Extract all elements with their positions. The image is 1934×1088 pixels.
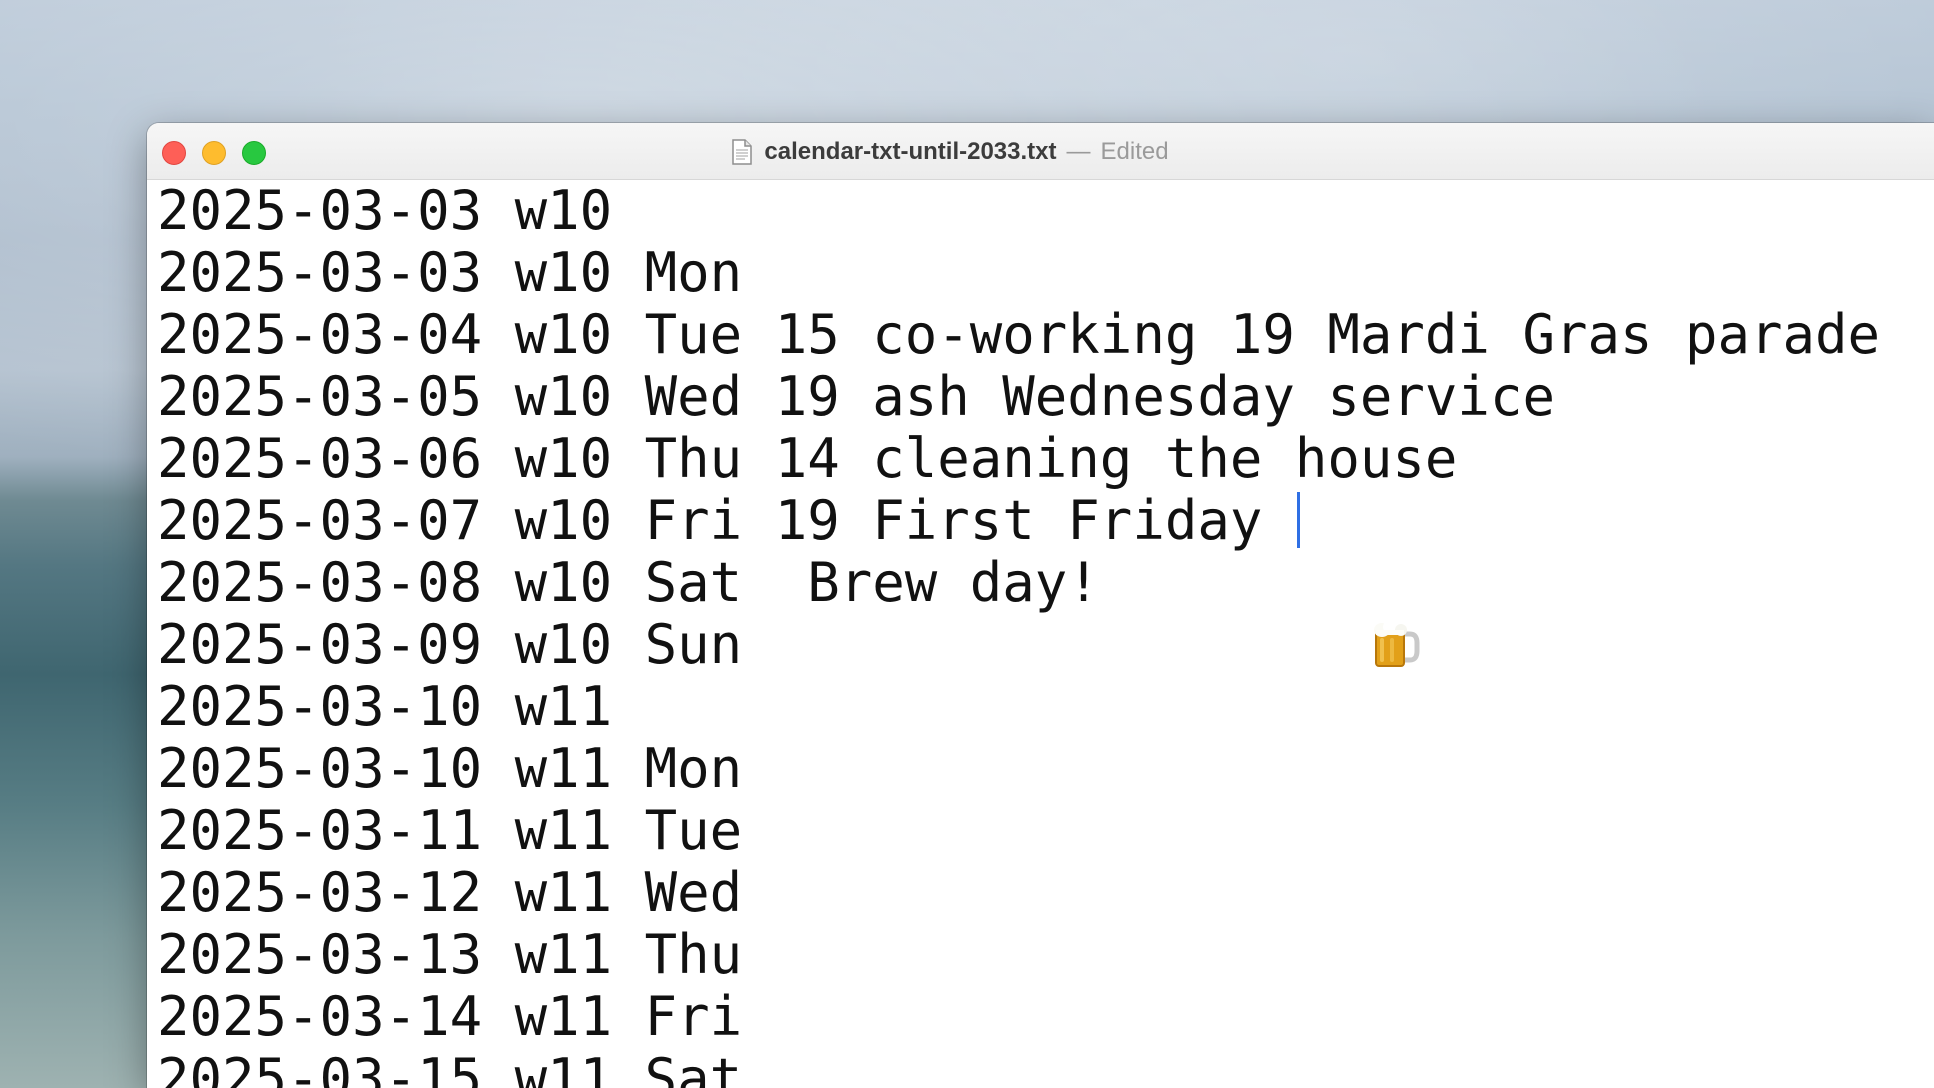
text-line: 2025-03-14 w11 Fri	[157, 985, 743, 1048]
document-status: Edited	[1100, 137, 1169, 165]
document-icon	[732, 138, 753, 165]
text-line: 2025-03-11 w11 Tue	[157, 799, 743, 862]
text-line: 2025-03-12 w11 Wed	[157, 861, 743, 924]
text-line: 2025-03-13 w11 Thu	[157, 923, 743, 986]
text-line: 2025-03-03 w10	[157, 180, 613, 242]
title-separator: —	[1066, 137, 1091, 165]
text-line: 2025-03-15 w11 Sat	[157, 1047, 743, 1088]
text-editor-window[interactable]: calendar-txt-until-2033.txt — Edited 202…	[147, 123, 1934, 1088]
text-line: 2025-03-10 w11 Mon	[157, 737, 743, 800]
text-line: 2025-03-04 w10 Tue 15 co-working 19 Mard…	[157, 303, 1881, 366]
text-cursor	[1296, 492, 1300, 549]
text-line-content: 2025-03-08 w10 Sat Brew day!	[157, 551, 1100, 614]
text-line: 2025-03-05 w10 Wed 19 ash Wednesday serv…	[157, 365, 1555, 428]
text-line-content: 2025-03-07 w10 Fri 19 First Friday	[157, 489, 1295, 552]
beer-mug-icon	[1110, 556, 1420, 668]
text-line-current: 2025-03-07 w10 Fri 19 First Friday	[157, 490, 1300, 552]
window-title: calendar-txt-until-2033.txt — Edited	[147, 123, 1934, 180]
title-bar[interactable]: calendar-txt-until-2033.txt — Edited	[147, 123, 1934, 180]
window-filename: calendar-txt-until-2033.txt	[764, 137, 1057, 165]
text-line: 2025-03-09 w10 Sun	[157, 613, 743, 676]
text-line: 2025-03-08 w10 Sat Brew day!	[157, 551, 1420, 668]
text-editor-area[interactable]: 2025-03-03 w10 2025-03-03 w10 Mon 2025-0…	[147, 180, 1934, 1088]
text-line: 2025-03-03 w10 Mon	[157, 241, 743, 304]
text-line: 2025-03-10 w11	[157, 675, 613, 738]
text-line: 2025-03-06 w10 Thu 14 cleaning the house	[157, 427, 1458, 490]
